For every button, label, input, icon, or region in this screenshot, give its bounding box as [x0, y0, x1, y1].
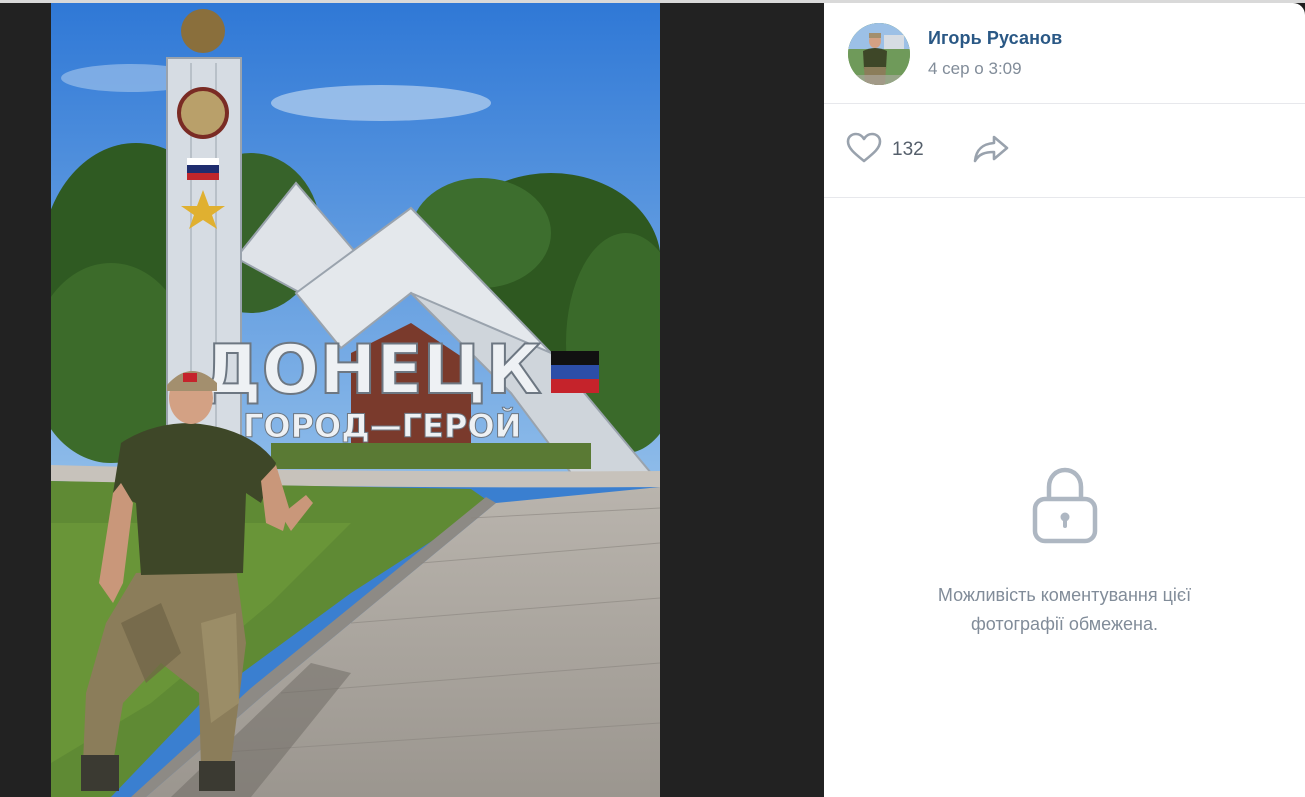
post-side-panel: Игорь Русанов 4 сер о 3:09 132 Можливіст… [824, 3, 1305, 797]
post-actions: 132 [824, 104, 1305, 198]
share-icon [972, 135, 1010, 168]
sign-title: ДОНЕЦК [201, 331, 541, 410]
sign-subtitle: ГОРОД—ГЕРОЙ [243, 407, 521, 445]
author-name[interactable]: Игорь Русанов [928, 28, 1062, 49]
like-count: 132 [892, 139, 924, 160]
photo-image: ДОНЕЦК ГОРОД—ГЕРОЙ [51, 3, 660, 797]
photo[interactable]: ДОНЕЦК ГОРОД—ГЕРОЙ [51, 3, 660, 797]
author-header: Игорь Русанов 4 сер о 3:09 [824, 3, 1305, 104]
comments-restricted: Можливість коментування цієї фотографії … [824, 465, 1305, 639]
lock-icon [1030, 465, 1100, 545]
post-date[interactable]: 4 сер о 3:09 [928, 59, 1022, 79]
avatar[interactable] [848, 23, 910, 85]
share-button[interactable] [972, 134, 1010, 169]
photo-viewer: ДОНЕЦК ГОРОД—ГЕРОЙ [0, 3, 824, 797]
heart-icon [846, 132, 882, 169]
comments-restricted-text: Можливість коментування цієї фотографії … [937, 585, 1192, 634]
like-button[interactable]: 132 [846, 132, 924, 168]
